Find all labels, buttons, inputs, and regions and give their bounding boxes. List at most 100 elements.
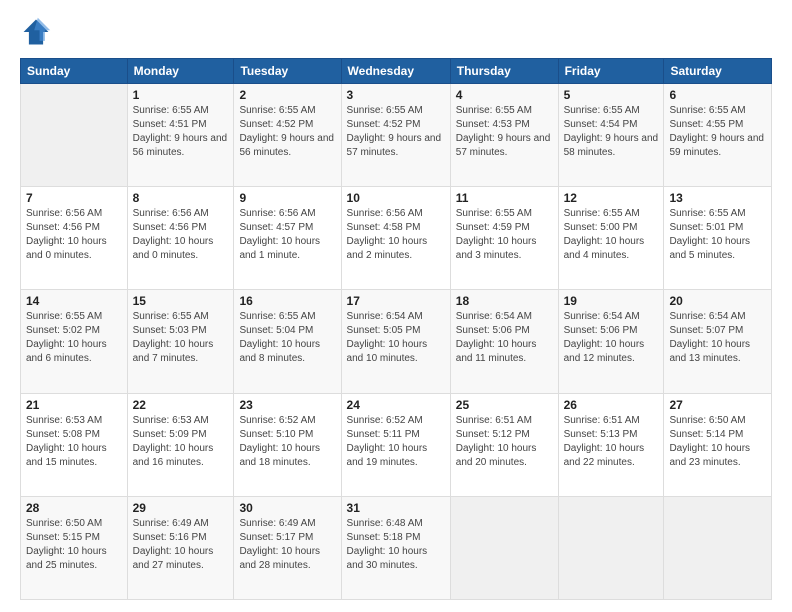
- day-number: 24: [347, 398, 445, 412]
- calendar-table: SundayMondayTuesdayWednesdayThursdayFrid…: [20, 58, 772, 600]
- day-info: Sunrise: 6:55 AMSunset: 4:52 PMDaylight:…: [347, 104, 445, 160]
- day-number: 28: [26, 501, 122, 515]
- calendar-cell: 26 Sunrise: 6:51 AMSunset: 5:13 PMDayligh…: [558, 393, 664, 496]
- day-number: 4: [456, 88, 553, 102]
- day-info: Sunrise: 6:51 AMSunset: 5:12 PMDaylight:…: [456, 414, 553, 470]
- calendar-cell: 25 Sunrise: 6:51 AMSunset: 5:12 PMDayligh…: [450, 393, 558, 496]
- day-info: Sunrise: 6:50 AMSunset: 5:15 PMDaylight:…: [26, 517, 122, 573]
- day-info: Sunrise: 6:54 AMSunset: 5:06 PMDaylight:…: [564, 310, 659, 366]
- calendar-week-row: 21 Sunrise: 6:53 AMSunset: 5:08 PMDayligh…: [21, 393, 772, 496]
- day-info: Sunrise: 6:56 AMSunset: 4:56 PMDaylight:…: [133, 207, 229, 263]
- calendar-cell: 6 Sunrise: 6:55 AMSunset: 4:55 PMDaylight…: [664, 84, 772, 187]
- day-number: 2: [239, 88, 335, 102]
- calendar-cell: 29 Sunrise: 6:49 AMSunset: 5:16 PMDayligh…: [127, 496, 234, 599]
- calendar-cell: 2Sunrise: 6:55 AMSunset: 4:52 PMDaylight…: [234, 84, 341, 187]
- day-info: Sunrise: 6:55 AMSunset: 4:59 PMDaylight:…: [456, 207, 553, 263]
- day-number: 30: [239, 501, 335, 515]
- calendar-week-row: 7 Sunrise: 6:56 AMSunset: 4:56 PMDaylight…: [21, 187, 772, 290]
- day-number: 13: [669, 191, 766, 205]
- calendar-cell: [21, 84, 128, 187]
- weekday-header-wednesday: Wednesday: [341, 59, 450, 84]
- calendar-cell: 4 Sunrise: 6:55 AMSunset: 4:53 PMDaylight…: [450, 84, 558, 187]
- calendar-cell: 18 Sunrise: 6:54 AMSunset: 5:06 PMDayligh…: [450, 290, 558, 393]
- day-info: Sunrise: 6:54 AMSunset: 5:06 PMDaylight:…: [456, 310, 553, 366]
- calendar-cell: 9Sunrise: 6:56 AMSunset: 4:57 PMDaylight…: [234, 187, 341, 290]
- day-number: 14: [26, 294, 122, 308]
- weekday-header-thursday: Thursday: [450, 59, 558, 84]
- calendar-cell: 15Sunrise: 6:55 AMSunset: 5:03 PMDayligh…: [127, 290, 234, 393]
- weekday-header-friday: Friday: [558, 59, 664, 84]
- calendar-cell: 19 Sunrise: 6:54 AMSunset: 5:06 PMDayligh…: [558, 290, 664, 393]
- day-number: 1: [133, 88, 229, 102]
- calendar-cell: 7 Sunrise: 6:56 AMSunset: 4:56 PMDaylight…: [21, 187, 128, 290]
- day-info: Sunrise: 6:53 AMSunset: 5:08 PMDaylight:…: [26, 414, 122, 470]
- day-number: 8: [133, 191, 229, 205]
- weekday-header-sunday: Sunday: [21, 59, 128, 84]
- weekday-header-monday: Monday: [127, 59, 234, 84]
- day-info: Sunrise: 6:49 AMSunset: 5:17 PMDaylight:…: [239, 517, 335, 573]
- calendar-cell: 22Sunrise: 6:53 AMSunset: 5:09 PMDayligh…: [127, 393, 234, 496]
- calendar-cell: 21 Sunrise: 6:53 AMSunset: 5:08 PMDayligh…: [21, 393, 128, 496]
- calendar-cell: 20Sunrise: 6:54 AMSunset: 5:07 PMDayligh…: [664, 290, 772, 393]
- calendar-week-row: 1Sunrise: 6:55 AMSunset: 4:51 PMDaylight…: [21, 84, 772, 187]
- calendar-cell: 13 Sunrise: 6:55 AMSunset: 5:01 PMDayligh…: [664, 187, 772, 290]
- calendar-cell: 11 Sunrise: 6:55 AMSunset: 4:59 PMDayligh…: [450, 187, 558, 290]
- day-number: 18: [456, 294, 553, 308]
- day-info: Sunrise: 6:54 AMSunset: 5:07 PMDaylight:…: [669, 310, 766, 366]
- calendar-cell: 31 Sunrise: 6:48 AMSunset: 5:18 PMDayligh…: [341, 496, 450, 599]
- day-number: 29: [133, 501, 229, 515]
- day-number: 16: [239, 294, 335, 308]
- calendar-cell: 30 Sunrise: 6:49 AMSunset: 5:17 PMDayligh…: [234, 496, 341, 599]
- calendar-cell: 23Sunrise: 6:52 AMSunset: 5:10 PMDayligh…: [234, 393, 341, 496]
- weekday-header-row: SundayMondayTuesdayWednesdayThursdayFrid…: [21, 59, 772, 84]
- calendar-cell: 5Sunrise: 6:55 AMSunset: 4:54 PMDaylight…: [558, 84, 664, 187]
- calendar-cell: 10 Sunrise: 6:56 AMSunset: 4:58 PMDayligh…: [341, 187, 450, 290]
- calendar-cell: 28 Sunrise: 6:50 AMSunset: 5:15 PMDayligh…: [21, 496, 128, 599]
- day-info: Sunrise: 6:50 AMSunset: 5:14 PMDaylight:…: [669, 414, 766, 470]
- day-number: 25: [456, 398, 553, 412]
- day-info: Sunrise: 6:55 AMSunset: 5:02 PMDaylight:…: [26, 310, 122, 366]
- day-info: Sunrise: 6:48 AMSunset: 5:18 PMDaylight:…: [347, 517, 445, 573]
- day-info: Sunrise: 6:49 AMSunset: 5:16 PMDaylight:…: [133, 517, 229, 573]
- day-info: Sunrise: 6:56 AMSunset: 4:58 PMDaylight:…: [347, 207, 445, 263]
- calendar-page: SundayMondayTuesdayWednesdayThursdayFrid…: [0, 0, 792, 612]
- calendar-cell: 14 Sunrise: 6:55 AMSunset: 5:02 PMDayligh…: [21, 290, 128, 393]
- calendar-cell: 8 Sunrise: 6:56 AMSunset: 4:56 PMDaylight…: [127, 187, 234, 290]
- logo-icon: [20, 16, 52, 48]
- day-number: 6: [669, 88, 766, 102]
- calendar-cell: [450, 496, 558, 599]
- day-number: 7: [26, 191, 122, 205]
- day-number: 21: [26, 398, 122, 412]
- day-number: 11: [456, 191, 553, 205]
- calendar-cell: 12Sunrise: 6:55 AMSunset: 5:00 PMDayligh…: [558, 187, 664, 290]
- day-number: 10: [347, 191, 445, 205]
- day-number: 19: [564, 294, 659, 308]
- calendar-week-row: 28 Sunrise: 6:50 AMSunset: 5:15 PMDayligh…: [21, 496, 772, 599]
- day-number: 3: [347, 88, 445, 102]
- calendar-cell: [664, 496, 772, 599]
- logo: [20, 16, 56, 48]
- day-number: 26: [564, 398, 659, 412]
- weekday-header-saturday: Saturday: [664, 59, 772, 84]
- day-number: 31: [347, 501, 445, 515]
- day-info: Sunrise: 6:55 AMSunset: 5:00 PMDaylight:…: [564, 207, 659, 263]
- calendar-cell: 3 Sunrise: 6:55 AMSunset: 4:52 PMDaylight…: [341, 84, 450, 187]
- day-info: Sunrise: 6:55 AMSunset: 5:01 PMDaylight:…: [669, 207, 766, 263]
- calendar-cell: 24 Sunrise: 6:52 AMSunset: 5:11 PMDayligh…: [341, 393, 450, 496]
- day-number: 27: [669, 398, 766, 412]
- day-info: Sunrise: 6:52 AMSunset: 5:10 PMDaylight:…: [239, 414, 335, 470]
- day-info: Sunrise: 6:56 AMSunset: 4:56 PMDaylight:…: [26, 207, 122, 263]
- day-number: 5: [564, 88, 659, 102]
- day-info: Sunrise: 6:54 AMSunset: 5:05 PMDaylight:…: [347, 310, 445, 366]
- day-info: Sunrise: 6:55 AMSunset: 4:53 PMDaylight:…: [456, 104, 553, 160]
- day-info: Sunrise: 6:55 AMSunset: 5:04 PMDaylight:…: [239, 310, 335, 366]
- day-info: Sunrise: 6:55 AMSunset: 4:55 PMDaylight:…: [669, 104, 766, 160]
- day-info: Sunrise: 6:52 AMSunset: 5:11 PMDaylight:…: [347, 414, 445, 470]
- calendar-cell: 17Sunrise: 6:54 AMSunset: 5:05 PMDayligh…: [341, 290, 450, 393]
- day-info: Sunrise: 6:51 AMSunset: 5:13 PMDaylight:…: [564, 414, 659, 470]
- calendar-cell: 16 Sunrise: 6:55 AMSunset: 5:04 PMDayligh…: [234, 290, 341, 393]
- calendar-header: SundayMondayTuesdayWednesdayThursdayFrid…: [21, 59, 772, 84]
- day-number: 15: [133, 294, 229, 308]
- calendar-body: 1Sunrise: 6:55 AMSunset: 4:51 PMDaylight…: [21, 84, 772, 600]
- calendar-cell: 1Sunrise: 6:55 AMSunset: 4:51 PMDaylight…: [127, 84, 234, 187]
